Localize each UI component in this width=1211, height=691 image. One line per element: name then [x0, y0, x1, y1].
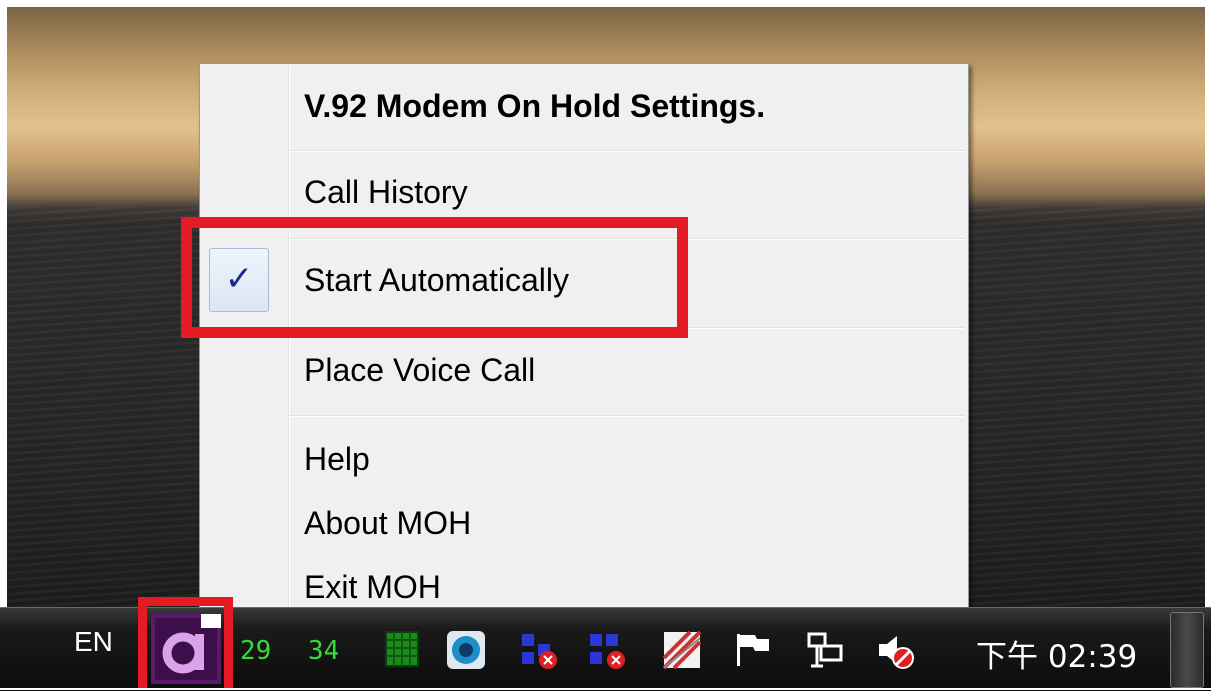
- menu-item-about-moh[interactable]: About MOH: [304, 504, 471, 542]
- network-monitor-icon[interactable]: [805, 630, 845, 670]
- tray-context-menu: V.92 Modem On Hold Settings. Call Histor…: [199, 63, 969, 629]
- menu-separator: [290, 150, 964, 152]
- language-indicator[interactable]: EN: [74, 626, 113, 658]
- menu-item-moh-settings[interactable]: V.92 Modem On Hold Settings.: [304, 87, 765, 125]
- menu-separator: [290, 415, 964, 417]
- blue-circle-icon[interactable]: [446, 630, 486, 670]
- volume-muted-icon[interactable]: [875, 630, 915, 670]
- menu-item-place-voice-call[interactable]: Place Voice Call: [304, 351, 535, 389]
- action-center-flag-icon[interactable]: [733, 630, 773, 670]
- menu-item-exit-moh[interactable]: Exit MOH: [304, 568, 441, 606]
- show-desktop-button[interactable]: [1170, 612, 1204, 688]
- network-disconnected-icon[interactable]: [520, 630, 560, 670]
- tray-counter-29[interactable]: 29: [240, 636, 271, 666]
- menu-item-help[interactable]: Help: [304, 440, 370, 478]
- menu-item-call-history[interactable]: Call History: [304, 173, 468, 211]
- tray-counter-34[interactable]: 34: [308, 636, 339, 666]
- taskbar-clock[interactable]: 下午 02:39: [976, 631, 1137, 676]
- network-disconnected-icon[interactable]: [588, 630, 628, 670]
- highlight-start-automatically: [181, 217, 688, 338]
- highlight-tray-icon: [138, 597, 233, 690]
- green-grid-icon[interactable]: [383, 630, 423, 670]
- striped-app-icon[interactable]: [662, 630, 702, 670]
